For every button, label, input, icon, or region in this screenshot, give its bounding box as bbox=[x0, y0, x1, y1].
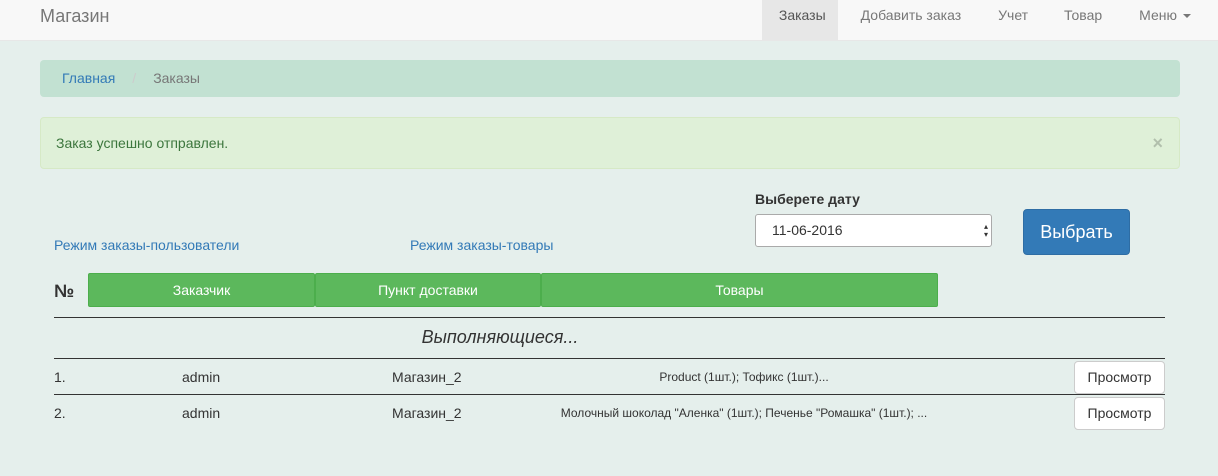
nav-item-add-order[interactable]: Добавить заказ bbox=[838, 0, 979, 40]
row-goods: Product (1шт.); Тофикс (1шт.)... bbox=[659, 370, 829, 384]
customer-column-button[interactable]: Заказчик bbox=[88, 273, 315, 307]
nav-item-menu-dropdown[interactable]: Меню bbox=[1120, 0, 1191, 40]
success-alert: Заказ успешно отправлен. × bbox=[40, 117, 1180, 169]
row-customer: admin bbox=[182, 369, 221, 385]
breadcrumb-separator: / bbox=[132, 70, 137, 86]
row-delivery: Магазин_2 bbox=[392, 405, 462, 421]
section-title: Выполняющиеся... bbox=[421, 327, 579, 347]
date-select-value: 11-06-2016 bbox=[772, 222, 843, 238]
nav-item-accounting[interactable]: Учет bbox=[979, 0, 1047, 40]
mode-users-link[interactable]: Режим заказы-пользователи bbox=[54, 237, 239, 253]
delivery-column-button[interactable]: Пункт доставки bbox=[315, 273, 541, 307]
nav-item-goods[interactable]: Товар bbox=[1047, 0, 1120, 40]
row-number: 2. bbox=[54, 405, 66, 421]
brand-logo[interactable]: Магазин bbox=[40, 6, 109, 26]
close-icon[interactable]: × bbox=[1152, 118, 1163, 168]
nav-item-label: Добавить заказ bbox=[860, 7, 962, 23]
alert-message: Заказ успешно отправлен. bbox=[56, 135, 229, 151]
row-customer: admin bbox=[182, 405, 221, 421]
breadcrumb-current: Заказы bbox=[153, 70, 200, 86]
nav-item-orders[interactable]: Заказы bbox=[761, 0, 838, 40]
table-row: 1. admin Магазин_2 Product (1шт.); Тофик… bbox=[54, 359, 1165, 395]
number-column-header: № bbox=[54, 281, 75, 301]
nav-item-label: Меню bbox=[1139, 7, 1177, 23]
nav-item-label: Учет bbox=[998, 7, 1029, 23]
date-label: Выберете дату bbox=[755, 191, 860, 207]
breadcrumb: Главная / Заказы bbox=[40, 60, 1180, 97]
navbar: Магазин Заказы Добавить заказ Учет Товар… bbox=[0, 0, 1218, 41]
select-arrows-icon: ▴ ▾ bbox=[983, 222, 988, 239]
nav-item-label: Товар bbox=[1064, 7, 1103, 23]
nav-menu: Заказы Добавить заказ Учет Товар Меню bbox=[761, 0, 1191, 40]
row-delivery: Магазин_2 bbox=[392, 369, 462, 385]
row-number: 1. bbox=[54, 369, 66, 385]
breadcrumb-home-link[interactable]: Главная bbox=[62, 70, 115, 86]
caret-down-icon bbox=[1183, 14, 1191, 19]
view-button[interactable]: Просмотр bbox=[1074, 361, 1165, 394]
nav-item-label: Заказы bbox=[778, 7, 826, 23]
mode-goods-link[interactable]: Режим заказы-товары bbox=[410, 237, 553, 253]
select-date-button[interactable]: Выбрать bbox=[1023, 209, 1130, 255]
table-row: 2. admin Магазин_2 Молочный шоколад "Але… bbox=[54, 395, 1165, 431]
date-select[interactable]: 11-06-2016 ▴ ▾ bbox=[755, 214, 992, 247]
divider bbox=[54, 317, 1165, 318]
goods-column-button[interactable]: Товары bbox=[541, 273, 938, 307]
row-goods: Молочный шоколад "Аленка" (1шт.); Печень… bbox=[560, 406, 928, 420]
view-button[interactable]: Просмотр bbox=[1074, 397, 1165, 430]
